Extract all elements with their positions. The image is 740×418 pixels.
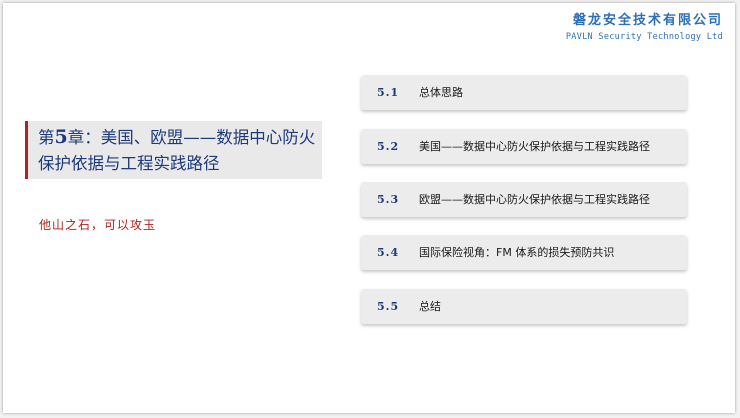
toc-item-5-4[interactable]: 5.4 国际保险视角：FM 体系的损失预防共识 xyxy=(361,235,687,270)
toc-label: 国际保险视角：FM 体系的损失预防共识 xyxy=(419,246,615,259)
toc-number: 5.3 xyxy=(377,193,400,206)
company-name-en: PAVLN Security Technology Ltd xyxy=(565,32,723,42)
toc-number: 5.5 xyxy=(377,300,400,313)
toc-item-5-2[interactable]: 5.2 美国——数据中心防火保护依据与工程实践路径 xyxy=(361,129,687,164)
toc-number: 5.4 xyxy=(377,246,400,259)
toc-number: 5.1 xyxy=(377,86,400,99)
chapter-title-text: 章：美国、欧盟——数据中心防火保护依据与工程实践路径 xyxy=(38,128,316,173)
toc-number: 5.2 xyxy=(377,140,400,153)
company-name-cn: 磐龙安全技术有限公司 xyxy=(572,13,723,28)
toc-item-5-1[interactable]: 5.1 总体思路 xyxy=(361,75,687,110)
slide: 磐龙安全技术有限公司 PAVLN Security Technology Ltd… xyxy=(3,3,735,413)
toc-label: 总结 xyxy=(419,300,441,313)
chapter-title: 第5章：美国、欧盟——数据中心防火保护依据与工程实践路径 xyxy=(38,124,320,177)
toc-item-5-3[interactable]: 5.3 欧盟——数据中心防火保护依据与工程实践路径 xyxy=(361,182,687,217)
chapter-prefix: 第 xyxy=(38,128,55,147)
company-logo: 磐龙安全技术有限公司 PAVLN Security Technology Ltd xyxy=(566,13,723,43)
chapter-number: 5 xyxy=(54,126,68,148)
toc-item-5-5[interactable]: 5.5 总结 xyxy=(361,289,687,324)
toc-label: 美国——数据中心防火保护依据与工程实践路径 xyxy=(419,140,650,153)
chapter-title-box: 第5章：美国、欧盟——数据中心防火保护依据与工程实践路径 xyxy=(25,121,322,179)
toc-label: 总体思路 xyxy=(419,86,463,99)
toc-label: 欧盟——数据中心防火保护依据与工程实践路径 xyxy=(419,193,650,206)
chapter-quote: 他山之石，可以攻玉 xyxy=(39,218,157,232)
